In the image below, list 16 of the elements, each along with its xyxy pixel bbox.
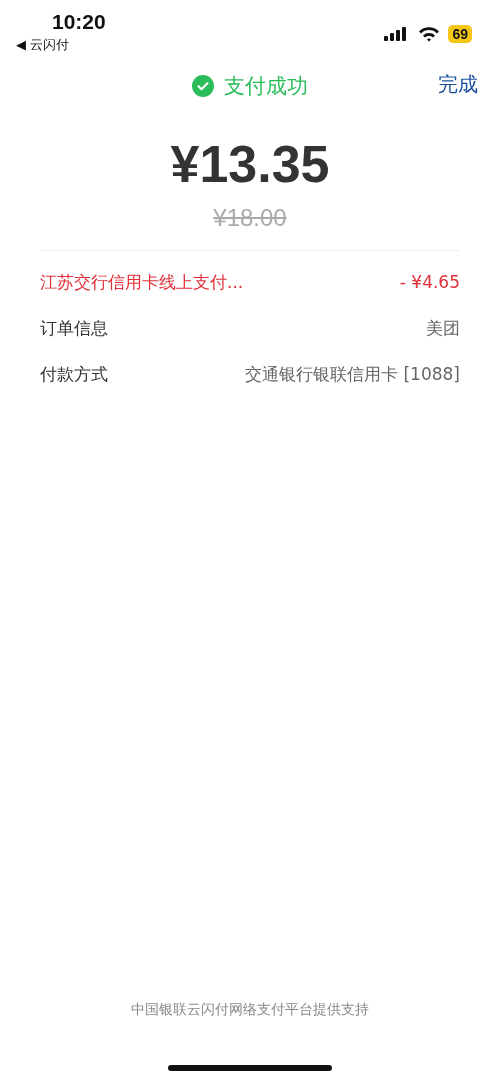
page-title: 支付成功 bbox=[224, 73, 308, 100]
paid-amount: ¥13.35 bbox=[169, 134, 331, 194]
row-label: 订单信息 bbox=[40, 316, 108, 340]
row-value: - ¥4.65 bbox=[399, 272, 460, 292]
row-label: 付款方式 bbox=[40, 362, 108, 386]
footer-text: 中国银联云闪付网络支付平台提供支持 bbox=[130, 1001, 370, 1019]
row-value: 美团 bbox=[426, 316, 460, 340]
original-amount: ¥18.00 bbox=[212, 204, 288, 232]
row-label: 江苏交行信用卡线上支付... bbox=[40, 270, 244, 294]
wifi-icon bbox=[418, 26, 441, 42]
row-value: 交通银行银联信用卡 [1088] bbox=[245, 362, 460, 386]
battery-level: 69 bbox=[448, 25, 472, 43]
back-to-app-link[interactable]: ◀ 云闪付 bbox=[16, 36, 106, 54]
done-button[interactable]: 完成 bbox=[438, 71, 478, 98]
status-time: 10:20 bbox=[52, 10, 106, 34]
success-check-icon bbox=[192, 75, 214, 97]
